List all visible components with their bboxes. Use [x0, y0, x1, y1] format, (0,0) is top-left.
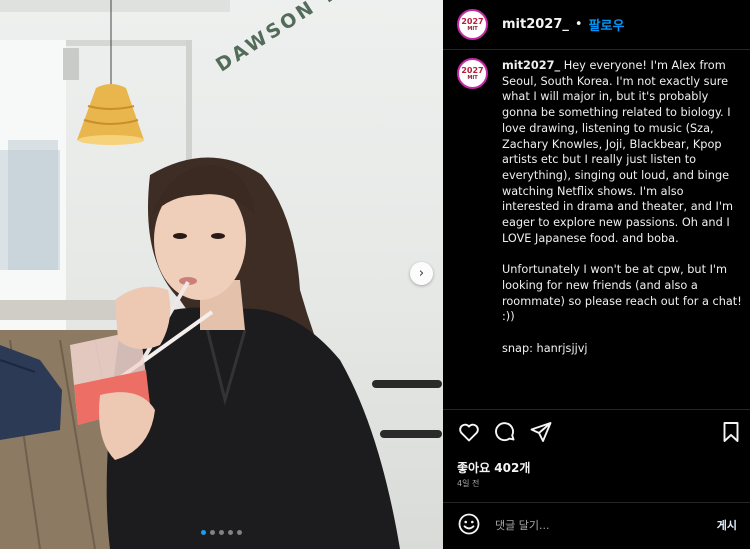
avatar[interactable]: 2027 MIT — [457, 9, 488, 40]
comment-icon[interactable] — [493, 420, 517, 444]
bookmark-icon[interactable] — [719, 420, 743, 444]
avatar-org: MIT — [467, 25, 478, 32]
divider — [443, 409, 750, 410]
carousel-dots — [201, 530, 242, 535]
post-header: 2027 MIT mit2027_ • 팔로우 — [443, 0, 750, 50]
caption-avatar[interactable]: 2027 MIT — [457, 58, 488, 89]
carousel-dot — [210, 530, 215, 535]
post-photo[interactable]: DAWSON TREATY ABOUT › — [0, 0, 443, 549]
avatar-org: MIT — [467, 74, 478, 81]
carousel-dot — [228, 530, 233, 535]
heart-icon[interactable] — [457, 420, 481, 444]
divider — [443, 502, 750, 503]
smiley-icon[interactable] — [457, 512, 481, 536]
avatar-year: 2027 — [461, 65, 484, 75]
photo-scene — [0, 0, 442, 549]
post-comment-button[interactable]: 게시 — [717, 517, 737, 533]
post-time[interactable]: 4일 전 — [457, 478, 479, 489]
follow-button[interactable]: 팔로우 — [589, 15, 625, 34]
caption-username[interactable]: mit2027_ — [502, 59, 560, 72]
post-side-panel: 2027 MIT mit2027_ • 팔로우 2027 MIT mit2027… — [443, 0, 750, 549]
comment-bar: 댓글 달기... 게시 — [457, 512, 743, 536]
carousel-dot — [237, 530, 242, 535]
caption-block: 2027 MIT mit2027_ Hey everyone! I'm Alex… — [457, 58, 743, 356]
chevron-right-icon[interactable]: › — [410, 262, 433, 285]
caption-text: mit2027_ Hey everyone! I'm Alex from Seo… — [502, 58, 743, 356]
username-link[interactable]: mit2027_ — [502, 17, 569, 32]
action-bar — [457, 420, 743, 446]
comment-input[interactable]: 댓글 달기... — [495, 517, 549, 533]
caption-body: Hey everyone! I'm Alex from Seoul, South… — [502, 59, 742, 355]
like-count[interactable]: 좋아요 402개 — [457, 459, 530, 476]
avatar-year: 2027 — [461, 16, 484, 26]
separator-dot: • — [574, 17, 583, 32]
carousel-dot — [219, 530, 224, 535]
paper-plane-icon[interactable] — [529, 420, 553, 444]
carousel-dot — [201, 530, 206, 535]
